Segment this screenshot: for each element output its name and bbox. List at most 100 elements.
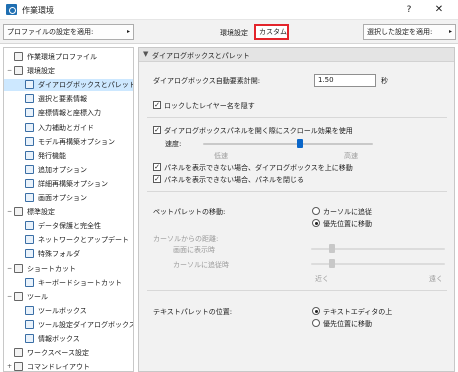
pet-preferred-position-radio[interactable] bbox=[312, 219, 320, 227]
settings-page-icon bbox=[25, 108, 34, 118]
settings-page-icon bbox=[25, 235, 34, 245]
tree-item[interactable]: 特殊フォルダ bbox=[4, 248, 133, 260]
settings-page-icon bbox=[25, 80, 34, 90]
tree-item-label: モデル再構築オプション bbox=[38, 137, 115, 146]
auto-close-input[interactable]: 1.50 bbox=[314, 74, 376, 87]
hide-locked-layer-label: ロックしたレイヤー名を隠す bbox=[164, 102, 255, 110]
apply-selected-label: 選択した設定を適用: bbox=[367, 28, 433, 36]
tree-item[interactable]: − 標準設定 bbox=[4, 206, 133, 218]
settings-page-icon bbox=[25, 277, 34, 287]
collapse-icon[interactable]: − bbox=[6, 293, 13, 300]
hide-locked-layer-checkbox[interactable]: ✓ bbox=[153, 101, 161, 109]
tree-item-label: 特殊フォルダ bbox=[38, 250, 80, 259]
show-when-slider-thumb[interactable] bbox=[329, 244, 335, 253]
tree-item[interactable]: 画面オプション bbox=[4, 192, 133, 204]
apply-profile-button[interactable]: プロファイルの設定を適用: ▸ bbox=[3, 24, 134, 40]
tree-item[interactable]: データ保護と完全性 bbox=[4, 220, 133, 232]
show-when-label: 画面に表示時 bbox=[173, 246, 215, 254]
auto-close-unit: 秒 bbox=[381, 77, 388, 85]
tree-item-label: データ保護と完全性 bbox=[38, 222, 101, 231]
speed-slider-track[interactable] bbox=[203, 143, 373, 145]
settings-page-icon bbox=[14, 362, 23, 371]
tree-item-label: ダイアログボックスとパレット bbox=[38, 81, 134, 90]
close-button[interactable]: ✕ bbox=[432, 3, 446, 17]
tree-item[interactable]: 追加オプション bbox=[4, 164, 133, 176]
tree-item[interactable]: ツールボックス bbox=[4, 305, 133, 317]
settings-page-icon bbox=[25, 249, 34, 259]
tree-item[interactable]: 発行機能 bbox=[4, 150, 133, 162]
settings-page-icon bbox=[25, 164, 34, 174]
section-header[interactable]: ▼ ダイアログボックスとパレット bbox=[139, 48, 454, 62]
tree-item-label: コマンドレイアウト bbox=[27, 363, 90, 372]
tree-item-label: 入力補助とガイド bbox=[38, 123, 94, 132]
collapse-icon[interactable]: − bbox=[6, 265, 13, 272]
speed-slow-label: 低速 bbox=[214, 152, 228, 160]
settings-page-icon bbox=[25, 136, 34, 146]
settings-page-icon bbox=[25, 94, 34, 104]
settings-page-icon bbox=[25, 221, 34, 231]
auto-close-label: ダイアログボックス自動要素計開: bbox=[153, 77, 261, 85]
settings-page-icon bbox=[25, 319, 34, 329]
text-preferred-position-label: 優先位置に移動 bbox=[323, 320, 372, 328]
expand-icon[interactable]: + bbox=[6, 363, 13, 370]
tree-item[interactable]: 入力補助とガイド bbox=[4, 122, 133, 134]
pet-follow-cursor-radio[interactable] bbox=[312, 207, 320, 215]
divider bbox=[147, 191, 447, 192]
tree-item-label: 情報ボックス bbox=[38, 335, 80, 343]
tree-item[interactable]: 作業環境プロファイル bbox=[4, 51, 133, 63]
move-up-checkbox[interactable]: ✓ bbox=[153, 163, 161, 171]
tree-item[interactable]: ダイアログボックスとパレット bbox=[4, 79, 134, 92]
cursor-follow-slider-thumb[interactable] bbox=[329, 259, 335, 268]
cursor-follow-label: カーソルに追従時 bbox=[173, 261, 229, 269]
tree-item[interactable]: 選択と要素情報 bbox=[4, 93, 133, 105]
settings-tree: 作業環境プロファイル − 環境設定ダイアログボックスとパレット選択と要素情報 座標情報… bbox=[3, 47, 134, 372]
tree-item[interactable]: ツール設定ダイアログボックス bbox=[4, 319, 133, 331]
near-label: 近く bbox=[315, 275, 329, 283]
tree-item[interactable]: ネットワークとアップデート bbox=[4, 234, 133, 246]
chevron-down-icon: ▼ bbox=[143, 50, 149, 58]
help-button[interactable]: ? bbox=[402, 3, 416, 17]
toolbar: プロファイルの設定を適用: ▸ 環境設定 カスタム 選択した設定を適用: ▸ bbox=[0, 20, 458, 44]
close-panel-checkbox[interactable]: ✓ bbox=[153, 175, 161, 183]
tree-item[interactable]: + コマンドレイアウト bbox=[4, 361, 133, 372]
divider bbox=[147, 117, 447, 118]
tree-item[interactable]: 詳細再構築オプション bbox=[4, 178, 133, 190]
collapse-icon[interactable]: − bbox=[6, 208, 13, 215]
collapse-icon[interactable]: − bbox=[6, 67, 13, 74]
settings-page-icon bbox=[14, 263, 23, 273]
env-setting-label: 環境設定 bbox=[220, 29, 248, 37]
tree-item-label: 作業環境プロファイル bbox=[27, 53, 97, 61]
settings-page-icon bbox=[14, 348, 23, 358]
far-label: 遠く bbox=[429, 275, 443, 283]
section-title: ダイアログボックスとパレット bbox=[152, 52, 250, 60]
tree-item-label: ツール bbox=[27, 292, 48, 301]
tree-item[interactable]: モデル再構築オプション bbox=[4, 136, 133, 148]
tree-item-label: 環境設定 bbox=[27, 67, 55, 76]
scroll-effect-checkbox[interactable]: ✓ bbox=[153, 126, 161, 134]
tree-item[interactable]: − ショートカット bbox=[4, 263, 133, 275]
settings-page-icon bbox=[14, 66, 23, 76]
speed-slider-thumb[interactable] bbox=[296, 139, 303, 148]
settings-page-icon bbox=[25, 334, 34, 343]
settings-page-icon bbox=[25, 122, 34, 132]
settings-page-icon bbox=[25, 305, 34, 315]
tree-item[interactable]: 座標情報と座標入力 bbox=[4, 107, 133, 119]
arrow-right-icon: ▸ bbox=[448, 28, 452, 35]
tree-item-label: キーボードショートカット bbox=[38, 278, 122, 287]
tree-item[interactable]: − ツール bbox=[4, 291, 133, 303]
tree-item[interactable]: ワークスペース設定 bbox=[4, 347, 133, 359]
tree-item[interactable]: 情報ボックス bbox=[4, 333, 133, 345]
tree-item-label: 標準設定 bbox=[27, 208, 55, 217]
speed-label: 速度: bbox=[165, 140, 182, 148]
tree-item-label: 詳細再構築オプション bbox=[38, 179, 108, 188]
speed-fast-label: 高速 bbox=[344, 152, 358, 160]
arrow-right-icon: ▸ bbox=[126, 28, 130, 35]
tree-item-label: ツールボックス bbox=[38, 306, 87, 315]
settings-page-icon bbox=[25, 178, 34, 188]
text-preferred-position-radio[interactable] bbox=[312, 319, 320, 327]
apply-selected-button[interactable]: 選択した設定を適用: ▸ bbox=[363, 24, 456, 40]
text-above-editor-radio[interactable] bbox=[312, 307, 320, 315]
tree-item[interactable]: − 環境設定 bbox=[4, 65, 133, 77]
window-title: 作業環境 bbox=[22, 6, 54, 15]
tree-item[interactable]: キーボードショートカット bbox=[4, 277, 133, 289]
